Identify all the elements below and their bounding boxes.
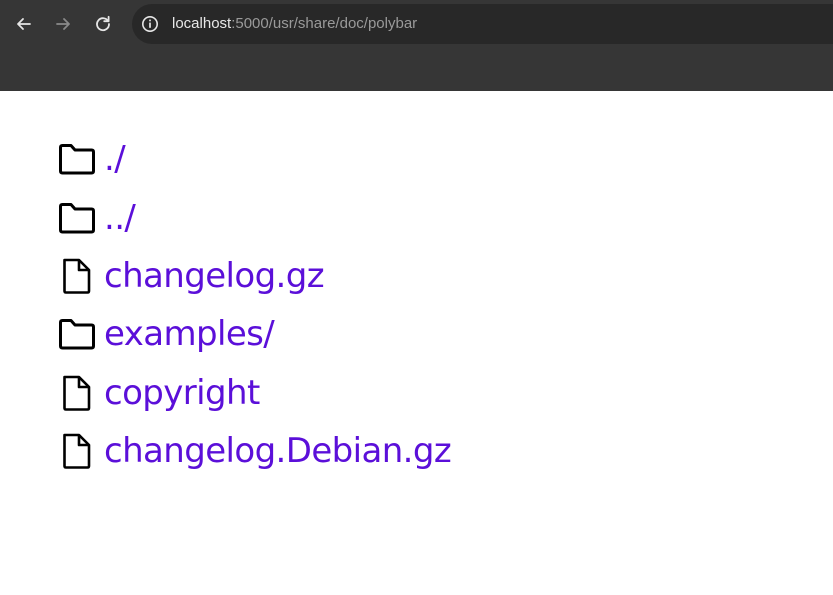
url-text[interactable]: localhost:5000/usr/share/doc/polybar xyxy=(172,15,417,33)
directory-link[interactable]: ../ xyxy=(104,198,136,238)
directory-listing: ./ ../ changelog.gz examples/ copyright … xyxy=(58,130,452,480)
file-icon xyxy=(58,256,98,296)
list-item: changelog.gz xyxy=(58,247,451,305)
list-item: copyright xyxy=(58,364,451,422)
forward-button[interactable] xyxy=(47,8,79,40)
folder-icon xyxy=(58,139,98,179)
list-item: changelog.Debian.gz xyxy=(58,422,452,480)
folder-icon xyxy=(58,314,98,354)
browser-chrome: localhost:5000/usr/share/doc/polybar xyxy=(0,0,833,91)
back-button[interactable] xyxy=(8,8,40,40)
info-icon[interactable] xyxy=(140,14,160,34)
list-item: examples/ xyxy=(58,305,451,363)
arrow-right-icon xyxy=(56,18,70,30)
file-link[interactable]: changelog.gz xyxy=(104,256,325,296)
list-item: ./ xyxy=(58,130,451,188)
file-icon xyxy=(58,373,98,413)
browser-toolbar: localhost:5000/usr/share/doc/polybar xyxy=(0,0,833,46)
directory-link[interactable]: examples/ xyxy=(104,314,275,354)
directory-link[interactable]: ./ xyxy=(104,139,126,179)
url-path: :5000/usr/share/doc/polybar xyxy=(231,15,418,32)
file-link[interactable]: changelog.Debian.gz xyxy=(104,431,452,471)
url-host: localhost xyxy=(172,15,232,32)
reload-icon xyxy=(96,15,110,32)
arrow-left-icon xyxy=(17,18,31,30)
folder-icon xyxy=(58,198,98,238)
reload-button[interactable] xyxy=(87,8,119,40)
list-item: ../ xyxy=(58,188,451,246)
address-bar[interactable]: localhost:5000/usr/share/doc/polybar xyxy=(132,4,833,44)
file-icon xyxy=(58,431,98,471)
file-link[interactable]: copyright xyxy=(104,373,260,413)
